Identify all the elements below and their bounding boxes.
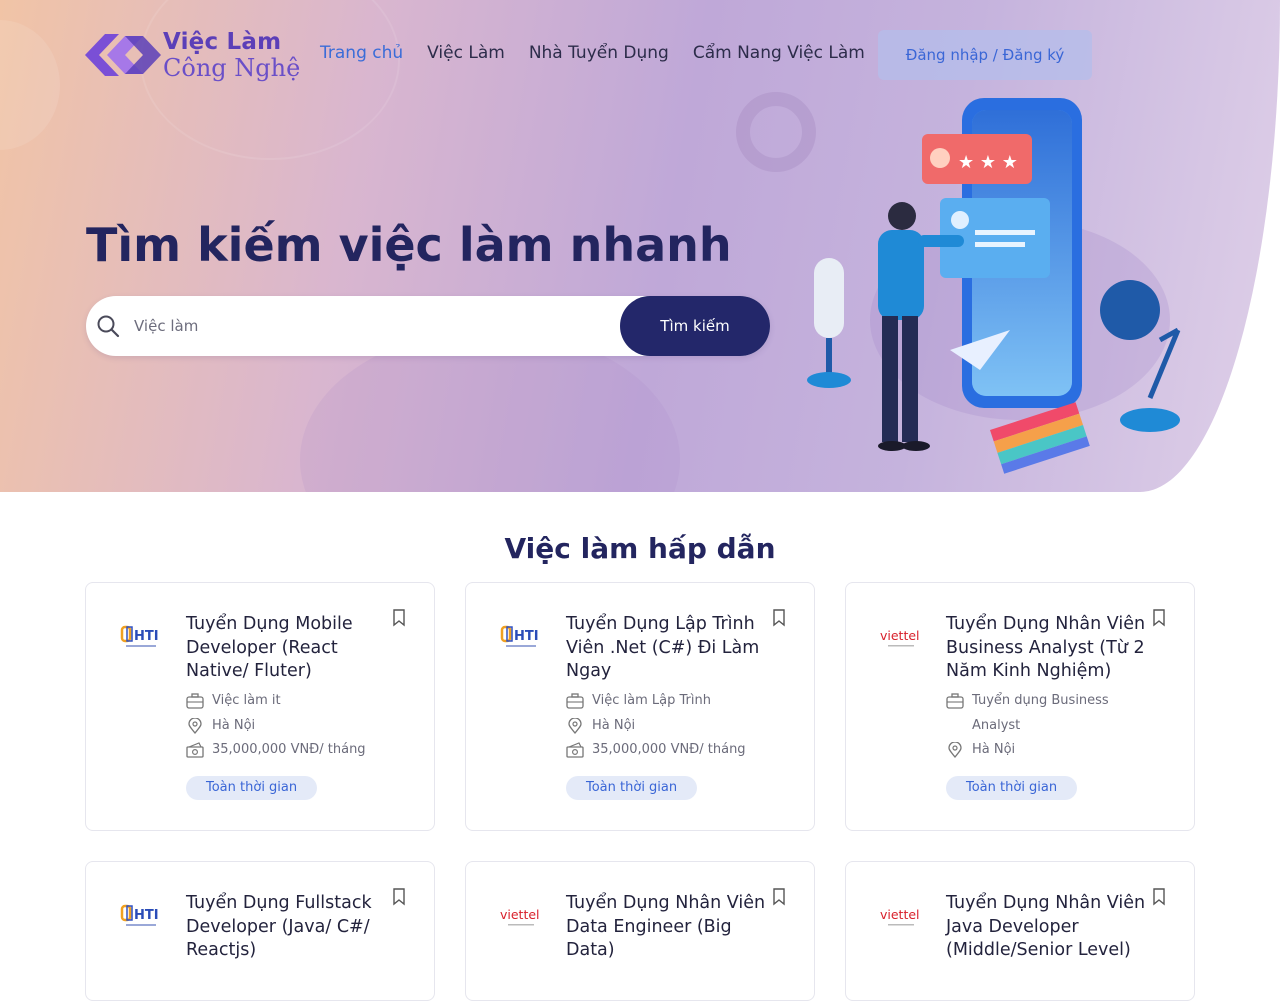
job-card[interactable]: viettel Tuyển Dụng Nhân Viên Data Engine… — [465, 861, 815, 1001]
company-logo: HTI — [120, 904, 159, 926]
bookmark-icon[interactable] — [392, 888, 406, 906]
svg-text:viettel: viettel — [500, 907, 540, 922]
job-type-badge: Toàn thời gian — [566, 776, 698, 800]
logo-icon — [85, 34, 161, 76]
job-card[interactable]: HTI Tuyển Dụng Lập Trình Viên .Net (C#) … — [465, 582, 815, 831]
location-pin-icon — [568, 717, 582, 734]
svg-text:HTI: HTI — [134, 908, 159, 923]
job-title[interactable]: Tuyển Dụng Mobile Developer (React Nativ… — [186, 613, 386, 684]
svg-text:viettel: viettel — [880, 907, 920, 922]
job-location: Hà Nội — [592, 717, 636, 733]
bookmark-icon[interactable] — [1152, 609, 1166, 627]
location-pin-icon — [948, 742, 962, 758]
job-category: Tuyển dụng Business Analyst — [972, 693, 1109, 733]
job-title[interactable]: Tuyển Dụng Fullstack Developer (Java/ C#… — [186, 892, 386, 963]
job-card[interactable]: HTI Tuyển Dụng Fullstack Developer (Java… — [85, 861, 435, 1001]
svg-text:HTI: HTI — [514, 629, 539, 644]
nav-item-career-guide[interactable]: Cẩm Nang Việc Làm — [693, 43, 865, 63]
location-pin-icon — [188, 717, 202, 734]
search-icon — [97, 315, 120, 338]
money-icon — [186, 742, 204, 758]
main-nav: Trang chủ Việc Làm Nhà Tuyển Dụng Cẩm Na… — [320, 43, 889, 63]
job-category: Việc làm it — [212, 693, 281, 708]
job-location: Hà Nội — [972, 742, 1016, 757]
job-title[interactable]: Tuyển Dụng Nhân Viên Data Engineer (Big … — [566, 892, 766, 963]
job-card[interactable]: viettel Tuyển Dụng Nhân Viên Java Develo… — [845, 861, 1195, 1001]
briefcase-icon — [946, 693, 964, 709]
logo-line-1: Việc Làm — [163, 28, 282, 55]
bookmark-icon[interactable] — [392, 609, 406, 627]
logo-line-2: Công Nghệ — [163, 53, 301, 82]
search-bar: Tìm kiếm — [86, 296, 770, 356]
company-logo: HTI — [500, 625, 539, 647]
bookmark-icon[interactable] — [772, 609, 786, 627]
job-type-badge: Toàn thời gian — [946, 776, 1078, 800]
bookmark-icon[interactable] — [1152, 888, 1166, 906]
company-logo: viettel — [880, 907, 920, 926]
login-register-button[interactable]: Đăng nhập / Đăng ký — [878, 30, 1092, 80]
job-title[interactable]: Tuyển Dụng Nhân Viên Business Analyst (T… — [946, 613, 1146, 684]
briefcase-icon — [186, 693, 204, 709]
briefcase-icon — [566, 693, 584, 709]
search-button[interactable]: Tìm kiếm — [620, 296, 770, 356]
job-location: Hà Nội — [212, 717, 256, 733]
company-logo: viettel — [880, 628, 920, 647]
site-logo[interactable]: Việc Làm Công Nghệ — [85, 28, 300, 82]
nav-item-employers[interactable]: Nhà Tuyển Dụng — [529, 43, 669, 63]
bookmark-icon[interactable] — [772, 888, 786, 906]
hero-banner: Việc Làm Công Nghệ Trang chủ Việc Làm Nh… — [0, 0, 1280, 492]
svg-text:HTI: HTI — [134, 629, 159, 644]
company-logo: viettel — [500, 907, 540, 926]
hero-title: Tìm kiếm việc làm nhanh — [86, 218, 732, 272]
nav-item-jobs[interactable]: Việc Làm — [427, 43, 505, 63]
section-title: Việc làm hấp dẫn — [504, 532, 776, 565]
job-title[interactable]: Tuyển Dụng Lập Trình Viên .Net (C#) Đi L… — [566, 613, 766, 684]
job-title[interactable]: Tuyển Dụng Nhân Viên Java Developer (Mid… — [946, 892, 1146, 963]
job-salary: 35,000,000 VNĐ/ tháng — [592, 742, 746, 757]
job-type-badge: Toàn thời gian — [186, 776, 318, 800]
search-input[interactable] — [132, 310, 652, 342]
job-category: Việc làm Lập Trình — [592, 693, 711, 708]
nav-item-home[interactable]: Trang chủ — [320, 43, 403, 63]
svg-text:★ ★ ★: ★ ★ ★ — [958, 152, 1018, 173]
company-logo: HTI — [120, 625, 159, 647]
job-salary: 35,000,000 VNĐ/ tháng — [212, 742, 366, 757]
job-card[interactable]: viettel Tuyển Dụng Nhân Viên Business An… — [845, 582, 1195, 831]
svg-text:viettel: viettel — [880, 628, 920, 643]
job-card[interactable]: HTI Tuyển Dụng Mobile Developer (React N… — [85, 582, 435, 831]
money-icon — [566, 742, 584, 758]
hero-illustration: ★ ★ ★ — [807, 98, 1181, 474]
